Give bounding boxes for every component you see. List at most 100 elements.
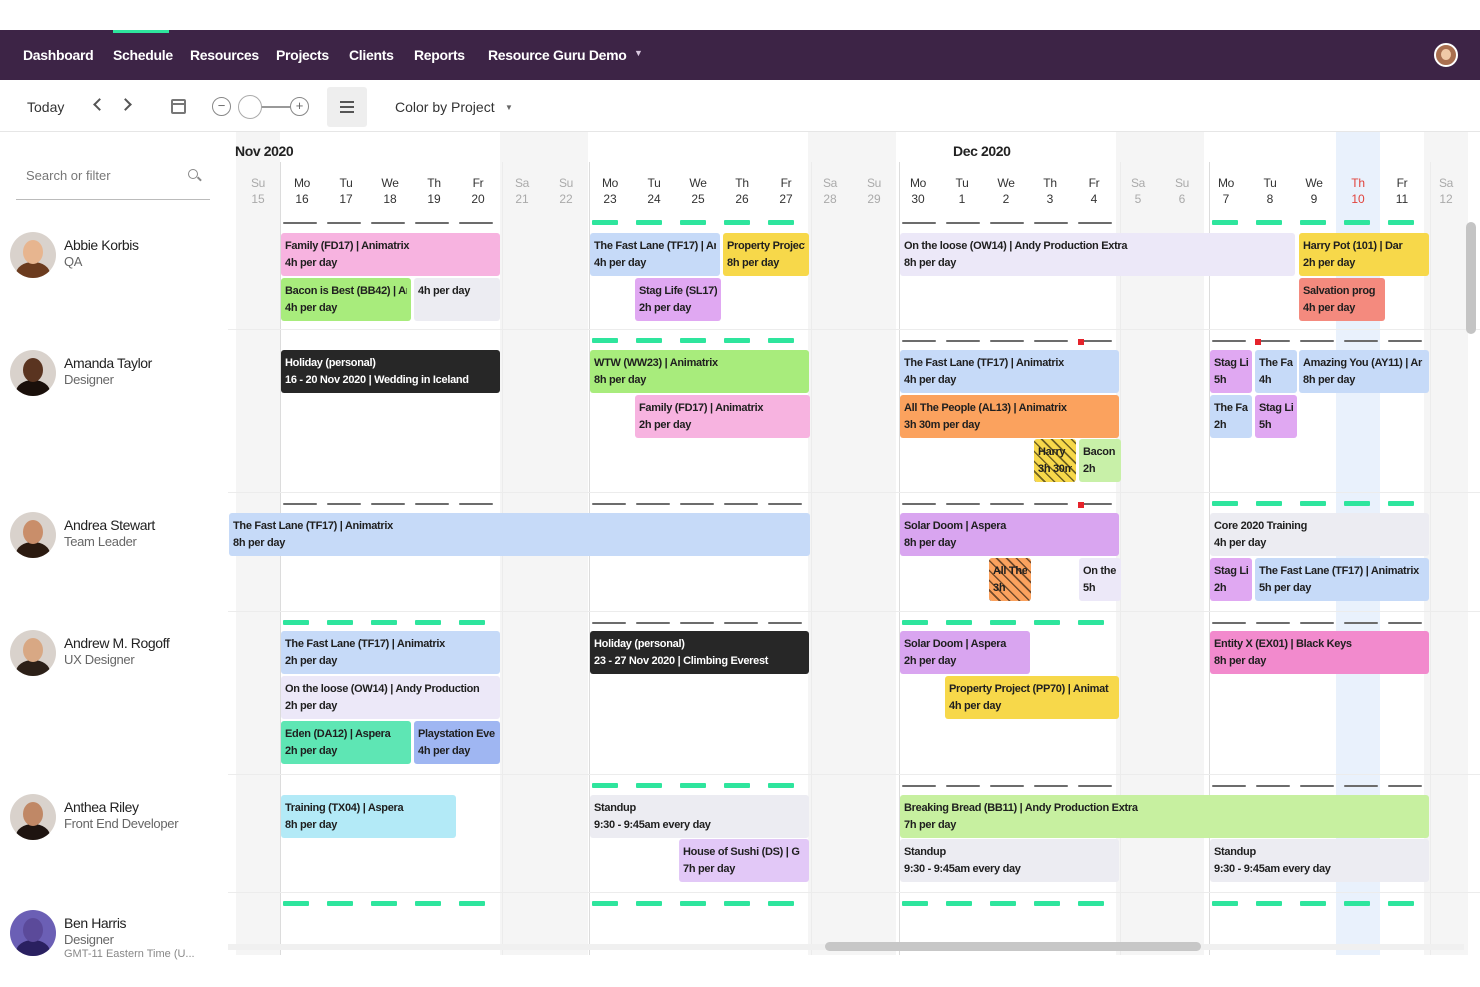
- booking-title: Family (FD17) | Animatrix: [285, 240, 410, 252]
- avatar: [10, 794, 56, 840]
- booking-block[interactable]: Property Project 8h per day: [723, 233, 809, 276]
- today-button[interactable]: Today: [27, 99, 64, 115]
- booking-block[interactable]: Breaking Bread (BB11) | Andy Production …: [900, 795, 1429, 838]
- booking-block[interactable]: The Fast Lane (TF17) | Animatrix 2h per d…: [281, 631, 500, 674]
- booking-block[interactable]: Core 2020 Training 4h per day: [1210, 513, 1429, 556]
- day-header: We 25: [676, 176, 720, 206]
- booking-duration: 2h per day: [285, 745, 338, 757]
- booking-block[interactable]: Harry 3h 30m: [1034, 439, 1076, 482]
- day-weekday: Sa: [1130, 176, 1146, 190]
- booking-block[interactable]: All The 3h: [989, 558, 1031, 601]
- booking-block[interactable]: On the loose (OW14) | Andy Production 2h …: [281, 676, 500, 719]
- day-weekday: Tu: [339, 176, 353, 190]
- booking-block[interactable]: Solar Doom | Aspera 8h per day: [900, 513, 1119, 556]
- booking-block[interactable]: WTW (WW23) | Animatrix 8h per day: [590, 350, 809, 393]
- booking-title: Stag Life (SL17): [639, 285, 717, 297]
- time-off-booking[interactable]: Holiday (personal) 23 - 27 Nov 2020 | Cli…: [590, 631, 809, 674]
- booking-duration: 2h per day: [904, 655, 957, 667]
- booking-title: Bacon: [1083, 446, 1116, 458]
- booking-block[interactable]: Training (TX04) | Aspera 8h per day: [281, 795, 456, 838]
- booking-block[interactable]: Stag Life (SL17) 2h per day: [635, 278, 721, 321]
- booking-block[interactable]: House of Sushi (DS) | G 7h per day: [679, 839, 809, 882]
- booking-block[interactable]: Bacon 2h: [1079, 439, 1121, 482]
- account-chevron-down-icon[interactable]: ▼: [634, 48, 643, 58]
- day-weekday: We: [997, 176, 1015, 190]
- booking-block[interactable]: The Fast Lane (TF17) | Ar 4h per day: [590, 233, 720, 276]
- day-weekday: Mo: [909, 176, 927, 190]
- zoom-out-icon[interactable]: −: [212, 97, 231, 116]
- booking-block[interactable]: All The People (AL13) | Animatrix 3h 30m …: [900, 395, 1119, 438]
- booking-block[interactable]: Stag Li 5h: [1210, 350, 1252, 393]
- booking-block[interactable]: 4h per day: [414, 278, 500, 321]
- booking-duration: 2h per day: [285, 655, 338, 667]
- booking-block[interactable]: The Fa 4h: [1255, 350, 1297, 393]
- booking-block[interactable]: The Fast Lane (TF17) | Animatrix 5h per d…: [1255, 558, 1429, 601]
- list-view-button[interactable]: [327, 87, 367, 127]
- booking-block[interactable]: The Fast Lane (TF17) | Animatrix 4h per d…: [900, 350, 1119, 393]
- booking-block[interactable]: Family (FD17) | Animatrix 4h per day: [281, 233, 500, 276]
- booking-block[interactable]: Solar Doom | Aspera 2h per day: [900, 631, 1030, 674]
- user-avatar[interactable]: [1434, 43, 1458, 67]
- day-header: We 9: [1292, 176, 1336, 206]
- booking-title: Family (FD17) | Animatrix: [639, 402, 764, 414]
- day-weekday: Su: [1174, 176, 1190, 190]
- nav-projects[interactable]: Projects: [276, 47, 329, 63]
- booking-block[interactable]: Bacon is Best (BB42) | Ar 4h per day: [281, 278, 411, 321]
- zoom-in-icon[interactable]: +: [290, 97, 309, 116]
- next-chevron-icon[interactable]: [119, 98, 132, 111]
- search-input[interactable]: Search or filter: [26, 168, 111, 183]
- search-field[interactable]: Search or filter: [16, 160, 210, 200]
- availability-indicator: [280, 620, 501, 625]
- nav-dashboard[interactable]: Dashboard: [23, 47, 94, 63]
- booking-block[interactable]: Harry Pot (101) | Dar 2h per day: [1299, 233, 1429, 276]
- booking-block[interactable]: Family (FD17) | Animatrix 2h per day: [635, 395, 810, 438]
- vertical-scrollbar[interactable]: [1466, 222, 1476, 334]
- booking-block[interactable]: Standup 9:30 - 9:45am every day: [1210, 839, 1429, 882]
- booking-title: Harry: [1038, 446, 1066, 458]
- booking-duration: 8h per day: [233, 537, 286, 549]
- day-column[interactable]: [808, 132, 852, 955]
- booking-duration: 8h per day: [1303, 374, 1356, 386]
- booking-duration: 2h per day: [639, 302, 692, 314]
- booking-duration: 7h per day: [904, 819, 957, 831]
- booking-block[interactable]: The Fast Lane (TF17) | Animatrix 8h per d…: [229, 513, 810, 556]
- day-number: 10: [1351, 192, 1365, 206]
- availability-indicator: [589, 901, 810, 906]
- booking-block[interactable]: Eden (DA12) | Aspera 2h per day: [281, 721, 411, 764]
- booking-duration: 3h: [993, 582, 1006, 594]
- zoom-slider-handle[interactable]: [238, 95, 262, 119]
- color-by-project-dropdown[interactable]: Color by Project: [395, 99, 495, 115]
- previous-chevron-icon[interactable]: [93, 98, 106, 111]
- schedule-toolbar: Today − + Color by Project ▼: [0, 80, 1480, 132]
- booking-block[interactable]: Stag Li 5h: [1255, 395, 1297, 438]
- booking-block[interactable]: Stag Li 2h: [1210, 558, 1252, 601]
- day-weekday: We: [689, 176, 707, 190]
- search-icon[interactable]: [188, 169, 198, 179]
- booking-block[interactable]: Standup 9:30 - 9:45am every day: [590, 795, 809, 838]
- booking-block[interactable]: Property Project (PP70) | Animat 4h per d…: [945, 676, 1119, 719]
- day-weekday: Tu: [1263, 176, 1277, 190]
- nav-reports[interactable]: Reports: [414, 47, 465, 63]
- booking-block[interactable]: Entity X (EX01) | Black Keys 8h per day: [1210, 631, 1429, 674]
- booking-title: On the: [1083, 565, 1117, 577]
- day-header: Mo 30: [896, 176, 940, 206]
- booking-block[interactable]: Salvation prog 4h per day: [1299, 278, 1385, 321]
- account-switcher[interactable]: Resource Guru Demo: [488, 47, 627, 63]
- day-column[interactable]: [852, 132, 896, 955]
- nav-clients[interactable]: Clients: [349, 47, 394, 63]
- booking-block[interactable]: The Fa 2h: [1210, 395, 1252, 438]
- time-off-booking[interactable]: Holiday (personal) 16 - 20 Nov 2020 | Wed…: [281, 350, 500, 393]
- nav-resources[interactable]: Resources: [190, 47, 259, 63]
- nav-schedule[interactable]: Schedule: [113, 47, 173, 63]
- calendar-icon[interactable]: [171, 99, 186, 114]
- booking-block[interactable]: Playstation Eve 4h per day: [414, 721, 500, 764]
- horizontal-scrollbar[interactable]: [825, 942, 1201, 951]
- booking-block[interactable]: Amazing You (AY11) | Ar 8h per day: [1299, 350, 1429, 393]
- booking-block[interactable]: On the loose (OW14) | Andy Production Ex…: [900, 233, 1295, 276]
- booking-block[interactable]: Standup 9:30 - 9:45am every day: [900, 839, 1119, 882]
- availability-indicator: [899, 901, 1120, 906]
- person-role: Designer: [64, 932, 114, 947]
- booking-block[interactable]: On the 5h: [1079, 558, 1121, 601]
- day-header: Tu 8: [1248, 176, 1292, 206]
- color-by-chevron-down-icon[interactable]: ▼: [505, 103, 513, 112]
